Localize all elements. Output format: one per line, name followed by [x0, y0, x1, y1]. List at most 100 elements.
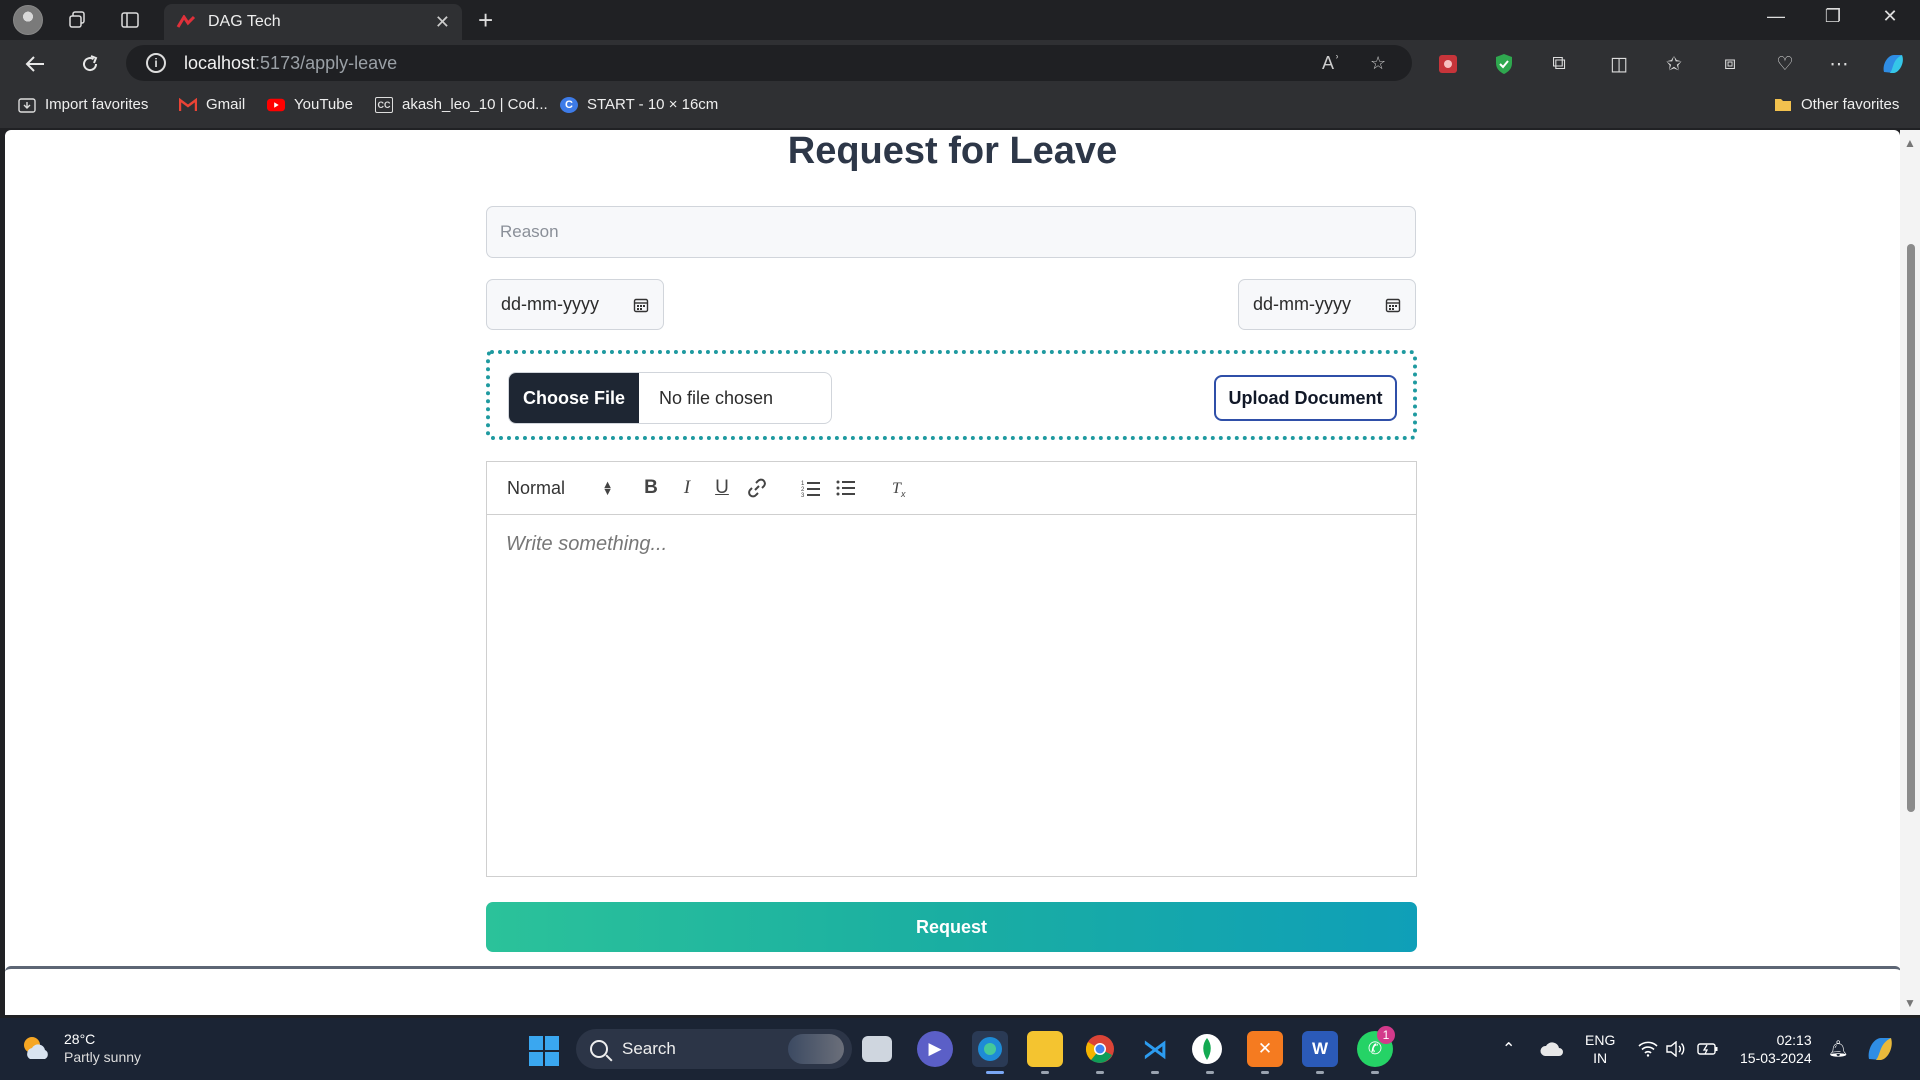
bookmark-canva[interactable]: C START - 10 × 16cm	[560, 96, 718, 113]
bookmark-codechef[interactable]: CC akash_leo_10 | Cod...	[375, 96, 548, 113]
svg-text:x: x	[900, 489, 906, 498]
start-date-input[interactable]: dd-mm-yyyy	[486, 279, 664, 330]
read-aloud-icon[interactable]: Aʾ	[1322, 45, 1340, 81]
tab-bar: DAG Tech ✕ + — ❐ ✕	[0, 0, 1920, 40]
region: IN	[1593, 1050, 1608, 1066]
url-host: localhost	[184, 52, 256, 73]
refresh-icon[interactable]	[74, 48, 106, 80]
page-scrollbar[interactable]: ▲ ▼	[1900, 130, 1920, 1015]
italic-icon[interactable]: I	[674, 475, 700, 501]
chrome-icon[interactable]	[1082, 1031, 1118, 1067]
scroll-down-icon[interactable]: ▼	[1904, 996, 1916, 1010]
bookmark-youtube[interactable]: YouTube	[267, 96, 353, 113]
underline-icon[interactable]: U	[709, 475, 735, 501]
back-icon[interactable]	[19, 48, 51, 80]
restore-button[interactable]: ❐	[1811, 6, 1855, 27]
bookmark-label: akash_leo_10 | Cod...	[402, 96, 548, 113]
more-options-icon[interactable]: ⋯	[1826, 51, 1852, 77]
dag-tech-favicon	[176, 14, 196, 30]
bookmark-gmail[interactable]: Gmail	[179, 96, 245, 113]
extensions-puzzle-icon[interactable]: ⧉	[1546, 51, 1572, 77]
file-explorer-icon[interactable]	[1027, 1031, 1063, 1067]
codechef-icon: CC	[375, 96, 393, 113]
mongodb-compass-icon[interactable]	[1192, 1034, 1222, 1064]
link-icon[interactable]	[744, 475, 770, 501]
vertical-tabs-icon[interactable]	[116, 6, 144, 34]
tab-title: DAG Tech	[208, 13, 281, 30]
select-arrows-icon: ▲ ▼	[602, 478, 613, 498]
import-icon	[18, 97, 36, 113]
footer-bar	[5, 966, 1900, 1014]
ordered-list-icon[interactable]: 123	[798, 475, 824, 501]
split-screen-icon[interactable]: ◫	[1606, 51, 1632, 77]
edge-icon[interactable]	[972, 1031, 1008, 1067]
site-info-icon[interactable]: i	[146, 53, 166, 73]
calendar-icon[interactable]	[1385, 297, 1401, 313]
tab-close-icon[interactable]: ✕	[435, 12, 450, 33]
weather-widget[interactable]: 28°C Partly sunny	[20, 1030, 141, 1066]
start-button[interactable]	[529, 1036, 559, 1066]
active-app-indicator	[986, 1071, 1004, 1074]
end-date-input[interactable]: dd-mm-yyyy	[1238, 279, 1416, 330]
shield-extension-icon[interactable]	[1491, 51, 1517, 77]
page-content: Request for Leave dd-mm-yyyy dd-mm-yyyy …	[5, 130, 1900, 1015]
clear-formatting-icon[interactable]: Tx	[887, 475, 913, 501]
show-hidden-icons[interactable]: ⌃	[1502, 1018, 1515, 1080]
choose-file-button[interactable]: Choose File	[509, 373, 639, 423]
vscode-icon[interactable]: ⋊	[1137, 1031, 1173, 1067]
calendar-icon[interactable]	[633, 297, 649, 313]
favorite-star-icon[interactable]: ☆	[1370, 45, 1386, 81]
gmail-icon	[179, 97, 197, 113]
word-icon[interactable]: W	[1302, 1031, 1338, 1067]
battery-icon[interactable]	[1697, 1018, 1719, 1080]
volume-icon[interactable]	[1666, 1018, 1686, 1080]
notifications-bell-icon[interactable]: 🔔︎	[1828, 1018, 1848, 1080]
bookmark-other-favorites[interactable]: Other favorites	[1774, 96, 1899, 113]
language: ENG	[1585, 1032, 1616, 1048]
bullet-list-icon[interactable]	[833, 475, 859, 501]
bookmark-label: Import favorites	[45, 96, 149, 113]
request-button[interactable]: Request	[486, 902, 1417, 952]
language-indicator[interactable]: ENG IN	[1585, 1018, 1615, 1080]
bookmark-label: YouTube	[294, 96, 353, 113]
clock[interactable]: 02:13 15-03-2024	[1740, 1018, 1812, 1080]
partly-sunny-icon	[20, 1032, 52, 1064]
copilot-icon[interactable]	[1880, 51, 1906, 77]
browser-toolbar: i localhost:5173/apply-leave Aʾ ☆ ⧉ ◫ ✩ …	[0, 40, 1920, 86]
svg-text:3: 3	[801, 493, 805, 497]
scroll-up-icon[interactable]: ▲	[1904, 136, 1916, 150]
wifi-icon[interactable]	[1638, 1018, 1658, 1080]
editor-content[interactable]: Write something...	[487, 515, 1416, 876]
file-input[interactable]: Choose File No file chosen	[508, 372, 832, 424]
scroll-thumb[interactable]	[1907, 244, 1915, 812]
close-window-button[interactable]: ✕	[1868, 6, 1912, 27]
tab-dag-tech[interactable]: DAG Tech ✕	[164, 4, 462, 40]
running-app-indicator	[1096, 1071, 1104, 1074]
workspaces-icon[interactable]	[63, 6, 91, 34]
xampp-icon[interactable]: ✕	[1247, 1031, 1283, 1067]
profile-avatar[interactable]	[13, 5, 43, 35]
upload-document-button[interactable]: Upload Document	[1214, 375, 1397, 421]
meet-now-icon[interactable]: ▶	[917, 1031, 953, 1067]
bookmark-import-favorites[interactable]: Import favorites	[18, 96, 148, 113]
extension-red-icon[interactable]	[1435, 51, 1461, 77]
copilot-taskbar-icon[interactable]	[1865, 1018, 1895, 1080]
running-app-indicator	[1041, 1071, 1049, 1074]
taskbar-search[interactable]: Search	[576, 1029, 852, 1069]
reason-input[interactable]	[486, 206, 1416, 258]
time: 02:13	[1776, 1032, 1812, 1048]
browser-essentials-icon[interactable]: ♡	[1772, 51, 1798, 77]
format-select[interactable]: Normal ▲ ▼	[507, 478, 613, 499]
task-view-icon[interactable]	[862, 1036, 892, 1062]
notification-badge: 1	[1377, 1026, 1395, 1044]
address-bar[interactable]: i localhost:5173/apply-leave Aʾ ☆	[126, 45, 1412, 81]
date: 15-03-2024	[1740, 1050, 1812, 1066]
bold-icon[interactable]: B	[638, 475, 664, 501]
rich-text-editor: Normal ▲ ▼ B I U 123 Tx Write something..…	[486, 461, 1417, 877]
minimize-button[interactable]: —	[1754, 6, 1798, 27]
format-select-value: Normal	[507, 478, 566, 498]
favorites-icon[interactable]: ✩	[1661, 51, 1687, 77]
collections-icon[interactable]: ⧈	[1717, 51, 1743, 77]
new-tab-button[interactable]: +	[478, 6, 493, 34]
onedrive-icon[interactable]	[1540, 1018, 1564, 1080]
